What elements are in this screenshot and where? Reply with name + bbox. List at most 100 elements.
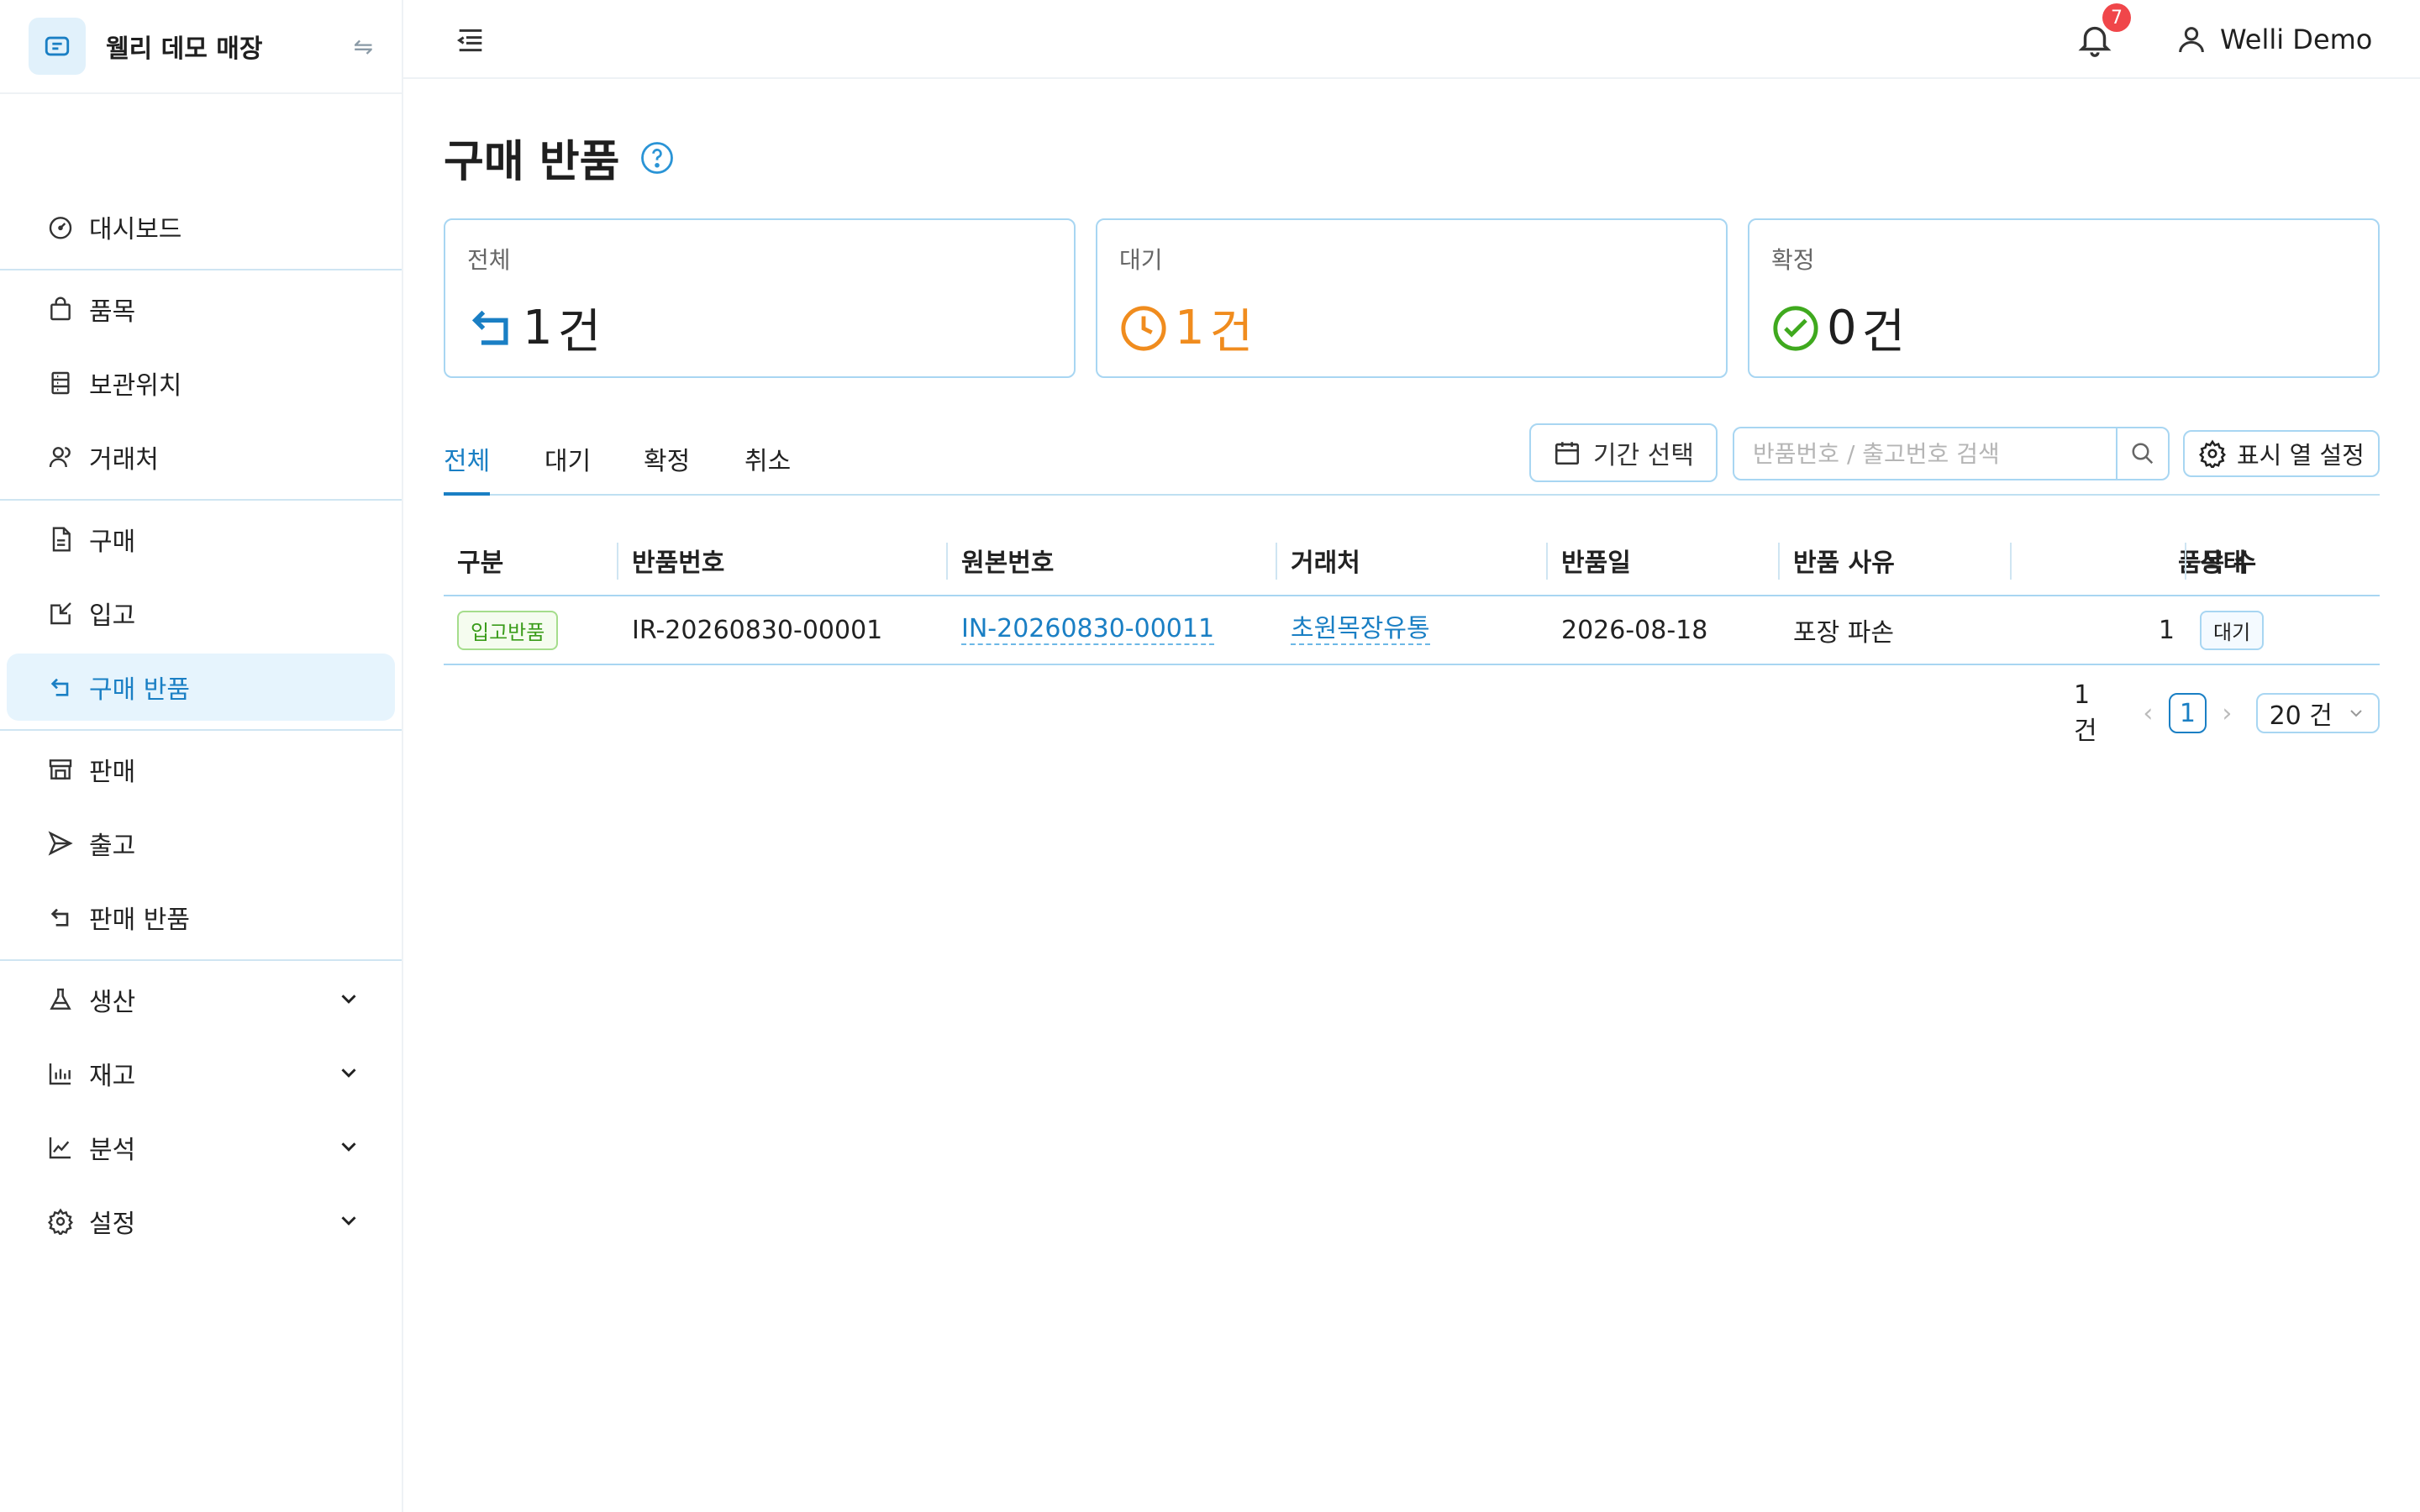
- column-header-reason[interactable]: 반품 사유: [1793, 524, 1895, 596]
- cell-status: 대기: [2200, 596, 2265, 664]
- page-number-button[interactable]: 1: [2168, 693, 2207, 733]
- return-icon: [45, 902, 76, 932]
- pagination: 1건 ‹ 1 › 20 건: [2074, 680, 2380, 746]
- stat-value: 0 건: [1771, 294, 2356, 362]
- user-icon: [2179, 27, 2204, 53]
- chevron-down-icon: [341, 1216, 356, 1226]
- sidebar-item-sales-return[interactable]: 판매 반품: [7, 884, 395, 951]
- stat-value: 1 건: [467, 294, 1052, 362]
- column-divider: [2185, 543, 2186, 580]
- flask-icon: [45, 984, 76, 1015]
- chevron-down-icon: [341, 1142, 356, 1152]
- column-header-date[interactable]: 반품일: [1561, 524, 1631, 596]
- sidebar-item-label: 구매 반품: [89, 675, 190, 705]
- page-size-select[interactable]: 20 건: [2255, 693, 2380, 733]
- help-icon[interactable]: [639, 140, 675, 176]
- period-select-button[interactable]: 기간 선택: [1529, 423, 1718, 482]
- sidebar-item-outbound[interactable]: 출고: [7, 810, 395, 877]
- user-menu[interactable]: Welli Demo: [2175, 18, 2372, 60]
- sidebar-item-production[interactable]: 생산: [7, 966, 395, 1033]
- column-divider: [1276, 543, 1277, 580]
- next-page-icon[interactable]: ›: [2215, 699, 2238, 728]
- chevron-down-icon: [341, 1068, 356, 1078]
- nav-divider: [0, 729, 402, 731]
- column-header-status[interactable]: 상태: [2200, 524, 2246, 596]
- stat-label: 전체: [467, 246, 511, 274]
- tab-all[interactable]: 전체: [444, 430, 491, 496]
- store-icon: [45, 754, 76, 785]
- sidebar-item-purchase[interactable]: 구매: [7, 506, 395, 573]
- origin-no-link[interactable]: IN-20260830-00011: [961, 615, 1215, 645]
- bar-chart-icon: [45, 1058, 76, 1089]
- notification-badge: 7: [2102, 3, 2131, 32]
- sidebar-item-settings[interactable]: 설정: [7, 1188, 395, 1255]
- page-size-value: 20 건: [2269, 701, 2333, 731]
- stat-label: 대기: [1119, 246, 1163, 274]
- store-logo-icon: [29, 18, 86, 75]
- cell-item-count: 1: [2158, 615, 2175, 645]
- sidebar-item-label: 재고: [89, 1062, 136, 1091]
- column-header-return-no[interactable]: 반품번호: [632, 524, 724, 596]
- nav-divider: [0, 269, 402, 270]
- sidebar: 웰리 데모 매장 ⇋ 대시보드 품목 보관위치 거래처 구매 입고 구매 반품 …: [0, 0, 403, 1512]
- sidebar-item-analytics[interactable]: 분석: [7, 1114, 395, 1181]
- tab-pending[interactable]: 대기: [544, 430, 591, 496]
- prev-page-icon[interactable]: ‹: [2136, 699, 2160, 728]
- column-header-type[interactable]: 구분: [457, 524, 503, 596]
- swap-icon[interactable]: ⇋: [354, 33, 373, 60]
- column-header-origin-no[interactable]: 원본번호: [961, 524, 1054, 596]
- tab-cancelled[interactable]: 취소: [744, 430, 791, 496]
- stat-unit: 건: [557, 305, 602, 360]
- column-settings-label: 표시 열 설정: [2237, 441, 2365, 470]
- column-divider: [1778, 543, 1780, 580]
- storage-icon: [45, 368, 76, 398]
- cell-type: 입고반품: [457, 596, 559, 664]
- partners-icon: [45, 442, 76, 472]
- return-icon: [471, 310, 508, 345]
- stat-count: 1: [1175, 301, 1205, 355]
- sidebar-item-sales[interactable]: 판매: [7, 736, 395, 803]
- stat-card-total: 전체 1 건: [444, 218, 1076, 378]
- table-row[interactable]: 입고반품 IR-20260830-00001 IN-20260830-00011…: [444, 596, 2380, 665]
- search-box: [1733, 427, 2170, 480]
- sidebar-item-items[interactable]: 품목: [7, 276, 395, 343]
- user-name: Welli Demo: [2220, 24, 2373, 55]
- search-input[interactable]: [1734, 428, 2116, 479]
- gear-icon: [45, 1206, 76, 1236]
- sidebar-item-storage[interactable]: 보관위치: [7, 349, 395, 417]
- line-chart-icon: [45, 1132, 76, 1163]
- table-header: 구분 반품번호 원본번호 거래처 반품일 반품 사유 품목 수 상태: [444, 524, 2380, 596]
- type-tag: 입고반품: [457, 610, 559, 650]
- sidebar-item-dashboard[interactable]: 대시보드: [7, 193, 395, 260]
- stat-unit: 건: [1209, 305, 1254, 360]
- cell-origin-no: IN-20260830-00011: [961, 596, 1215, 664]
- sidebar-item-inbound[interactable]: 입고: [7, 580, 395, 647]
- sidebar-item-purchase-return[interactable]: 구매 반품: [7, 654, 395, 721]
- menu-collapse-icon[interactable]: [454, 24, 487, 57]
- sidebar-item-partners[interactable]: 거래처: [7, 423, 395, 491]
- column-settings-button[interactable]: 표시 열 설정: [2183, 430, 2380, 477]
- period-select-label: 기간 선택: [1593, 441, 1694, 470]
- brand-header: 웰리 데모 매장 ⇋: [0, 0, 402, 94]
- column-header-partner[interactable]: 거래처: [1291, 524, 1360, 596]
- column-divider: [617, 543, 618, 580]
- partner-link[interactable]: 초원목장유통: [1291, 615, 1430, 645]
- sidebar-item-label: 대시보드: [89, 215, 182, 244]
- sidebar-item-label: 분석: [89, 1136, 136, 1165]
- calendar-icon: [1555, 442, 1580, 465]
- chevron-down-icon: [341, 995, 356, 1004]
- sidebar-item-label: 판매: [89, 758, 136, 787]
- sidebar-item-inventory[interactable]: 재고: [7, 1040, 395, 1107]
- gear-icon: [2199, 439, 2226, 468]
- sidebar-item-label: 품목: [89, 297, 136, 327]
- page-title-text: 구매 반품: [444, 137, 620, 187]
- stat-label: 확정: [1771, 246, 1815, 274]
- search-button[interactable]: [2116, 428, 2168, 479]
- store-name: 웰리 데모 매장: [106, 34, 263, 64]
- tab-confirmed[interactable]: 확정: [644, 430, 690, 496]
- pagination-total: 1건: [2074, 680, 2097, 746]
- sidebar-item-label: 보관위치: [89, 371, 182, 401]
- dashboard-icon: [45, 212, 76, 242]
- top-header: 7 Welli Demo: [403, 0, 2420, 79]
- page-title: 구매 반품: [444, 126, 675, 189]
